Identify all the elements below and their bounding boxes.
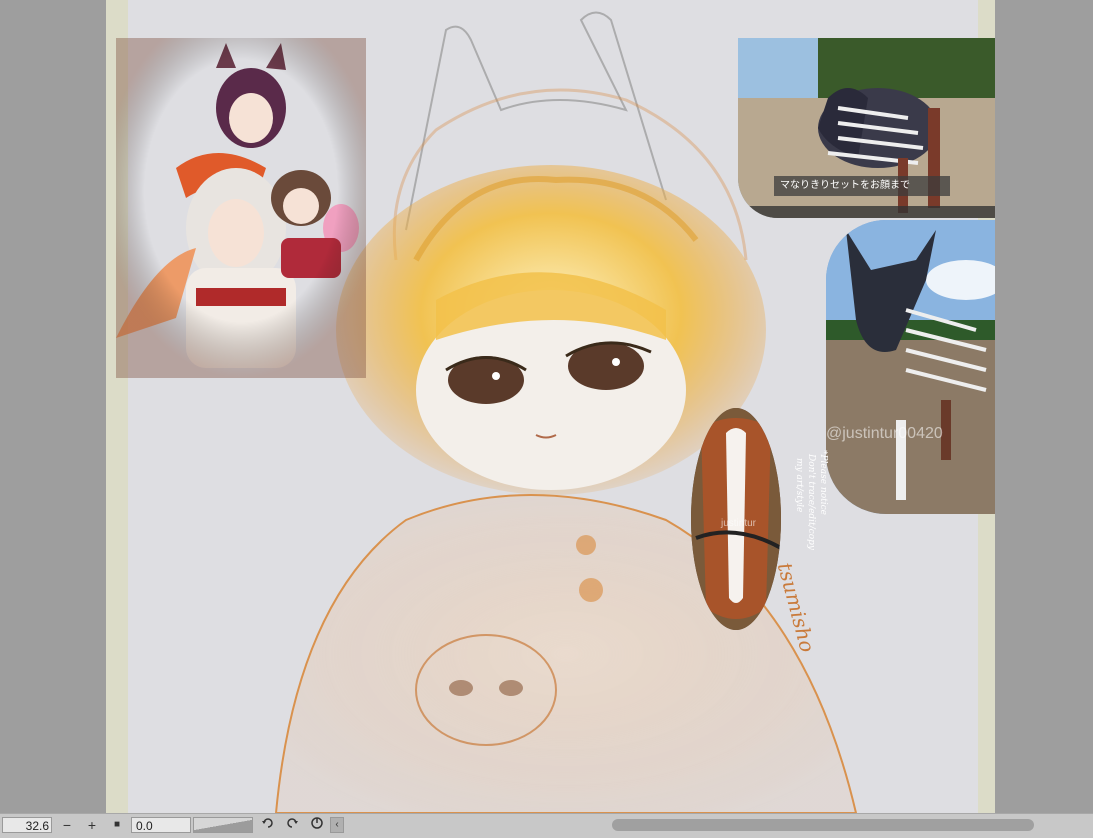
zoom-input[interactable]: 32.6 [2,817,52,833]
fit-view-button[interactable]: ■ [107,816,127,834]
zoom-in-button[interactable]: + [82,816,102,834]
photo-watermark: @justintur00420 [826,425,943,442]
zebra-horse-reference-video: マなりきりセットをお顔まで [738,38,995,218]
rotate-right-icon[interactable] [282,816,302,834]
reset-rotation-icon[interactable] [307,816,327,834]
zebra-horse-reference-photo: @justintur00420 [826,220,995,514]
notice-line-1: *Please notice [818,450,828,516]
rotate-left-icon[interactable] [258,816,278,834]
zoom-out-button[interactable]: − [57,816,77,834]
rotation-angle-input[interactable]: 0.0 [131,817,191,833]
horse-watermark: justintur [721,518,757,529]
status-bar: 32.6 − + ■ 0.0 ‹ [0,813,1093,838]
scroll-left-button[interactable]: ‹ [330,817,344,833]
notice-line-3: my art/style [794,458,804,513]
anime-reference-image [116,38,366,378]
canvas-workspace[interactable]: マなりきりセットをお顔まで @justintur00420 justintur … [0,0,1093,813]
artboard[interactable]: マなりきりセットをお顔まで @justintur00420 justintur … [106,0,995,813]
rotation-slider[interactable] [193,817,253,833]
scrollbar-thumb[interactable] [612,819,1034,831]
notice-line-2: Don't trace/edit/copy [806,454,816,550]
video-caption: マなりきりセットをお顔まで [774,176,950,196]
horse-face-reference: justintur [691,408,781,630]
